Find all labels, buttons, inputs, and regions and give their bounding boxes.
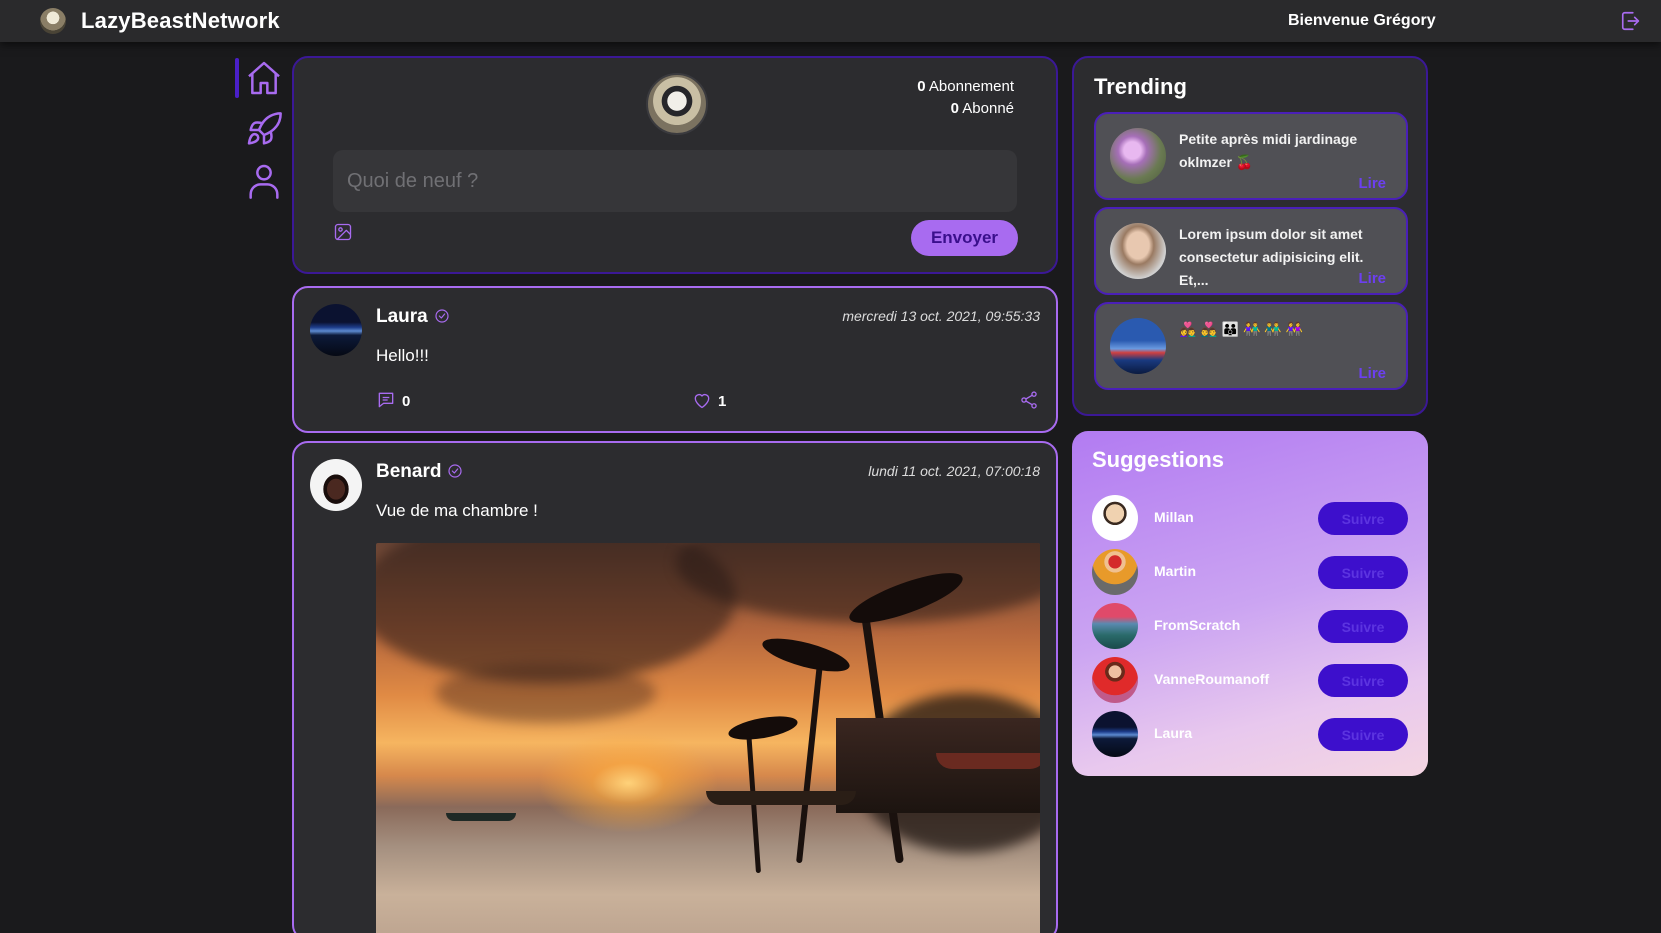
- avatar[interactable]: [1092, 549, 1138, 595]
- suggestion-row: Laura Suivre: [1092, 711, 1408, 757]
- comment-icon: [378, 392, 394, 408]
- follow-button[interactable]: Suivre: [1318, 556, 1408, 589]
- post-date: mercredi 13 oct. 2021, 09:55:33: [842, 308, 1040, 324]
- trending-panel: Trending Petite après midi jardinage okl…: [1072, 56, 1428, 416]
- logout-icon[interactable]: [1620, 10, 1642, 32]
- avatar[interactable]: [1092, 495, 1138, 541]
- post-input[interactable]: [333, 150, 1017, 212]
- avatar[interactable]: [1092, 603, 1138, 649]
- suggestion-name[interactable]: FromScratch: [1154, 617, 1240, 633]
- suggestion-row: Millan Suivre: [1092, 495, 1408, 541]
- verified-icon: [448, 464, 463, 478]
- heart-icon: [694, 393, 710, 409]
- post-date: lundi 11 oct. 2021, 07:00:18: [868, 463, 1040, 479]
- beast-logo-icon[interactable]: [40, 8, 66, 34]
- trending-title: Trending: [1094, 74, 1187, 99]
- post-card: Laura mercredi 13 oct. 2021, 09:55:33 He…: [292, 286, 1058, 433]
- welcome-text: Bienvenue Grégory: [1288, 12, 1436, 29]
- trending-item[interactable]: Petite après midi jardinage oklmzer 🍒 Li…: [1094, 112, 1408, 200]
- comment-count: 0: [402, 393, 411, 410]
- suggestion-row: FromScratch Suivre: [1092, 603, 1408, 649]
- send-button[interactable]: Envoyer: [911, 220, 1018, 256]
- trending-thumbnail: [1110, 128, 1166, 184]
- follow-button[interactable]: Suivre: [1318, 502, 1408, 535]
- user-icon[interactable]: [244, 161, 284, 201]
- read-link[interactable]: Lire: [1358, 175, 1386, 192]
- avatar[interactable]: [310, 459, 362, 511]
- rocket-icon[interactable]: [244, 110, 284, 150]
- suggestion-name[interactable]: VanneRoumanoff: [1154, 671, 1269, 687]
- trending-item[interactable]: Lorem ipsum dolor sit amet consectetur a…: [1094, 207, 1408, 295]
- follow-button[interactable]: Suivre: [1318, 610, 1408, 643]
- post-text: Hello!!!: [376, 346, 429, 365]
- share-icon: [1021, 391, 1037, 409]
- suggestion-row: Martin Suivre: [1092, 549, 1408, 595]
- image-icon[interactable]: [333, 222, 353, 242]
- trending-text: Petite après midi jardinage oklmzer 🍒: [1179, 131, 1358, 170]
- post-image[interactable]: [376, 543, 1040, 933]
- my-avatar[interactable]: [646, 73, 708, 135]
- trending-text: 👩‍❤️‍👨 👨‍❤️‍👨 👪 👫 👬 👭: [1179, 321, 1304, 337]
- avatar[interactable]: [310, 304, 362, 356]
- post-text: Vue de ma chambre !: [376, 501, 538, 520]
- top-bar: LazyBeastNetwork Bienvenue Grégory: [0, 0, 1661, 42]
- home-icon[interactable]: [244, 58, 284, 98]
- follow-button[interactable]: Suivre: [1318, 664, 1408, 697]
- verified-icon: [435, 309, 449, 323]
- post-actions: 0 1: [376, 390, 1040, 414]
- read-link[interactable]: Lire: [1358, 365, 1386, 382]
- like-button[interactable]: 1: [692, 390, 726, 412]
- read-link[interactable]: Lire: [1358, 270, 1386, 287]
- trending-thumbnail: [1110, 318, 1166, 374]
- suggestion-row: VanneRoumanoff Suivre: [1092, 657, 1408, 703]
- like-count: 1: [718, 393, 727, 410]
- trending-thumbnail: [1110, 223, 1166, 279]
- suggestion-name[interactable]: Martin: [1154, 563, 1196, 579]
- post-author[interactable]: Benard: [376, 461, 463, 483]
- post-card: Benard lundi 11 oct. 2021, 07:00:18 Vue …: [292, 441, 1058, 933]
- suggestions-title: Suggestions: [1092, 447, 1225, 472]
- suggestions-panel: Suggestions Millan Suivre Martin Suivre …: [1072, 431, 1428, 776]
- followers-count[interactable]: 0 Abonné: [917, 98, 1014, 120]
- avatar[interactable]: [1092, 657, 1138, 703]
- nav-active-indicator: [235, 58, 239, 98]
- comment-button[interactable]: 0: [376, 390, 410, 412]
- post-composer: 0 Abonnement 0 Abonné Envoyer: [292, 56, 1058, 274]
- trending-item[interactable]: 👩‍❤️‍👨 👨‍❤️‍👨 👪 👫 👬 👭 Lire: [1094, 302, 1408, 390]
- post-author[interactable]: Laura: [376, 306, 450, 328]
- brand-title[interactable]: LazyBeastNetwork: [81, 8, 280, 34]
- following-count[interactable]: 0 Abonnement: [917, 76, 1014, 98]
- share-button[interactable]: [1019, 390, 1045, 412]
- follow-stats: 0 Abonnement 0 Abonné: [917, 76, 1014, 120]
- follow-button[interactable]: Suivre: [1318, 718, 1408, 751]
- avatar[interactable]: [1092, 711, 1138, 757]
- suggestion-name[interactable]: Millan: [1154, 509, 1194, 525]
- suggestion-name[interactable]: Laura: [1154, 725, 1192, 741]
